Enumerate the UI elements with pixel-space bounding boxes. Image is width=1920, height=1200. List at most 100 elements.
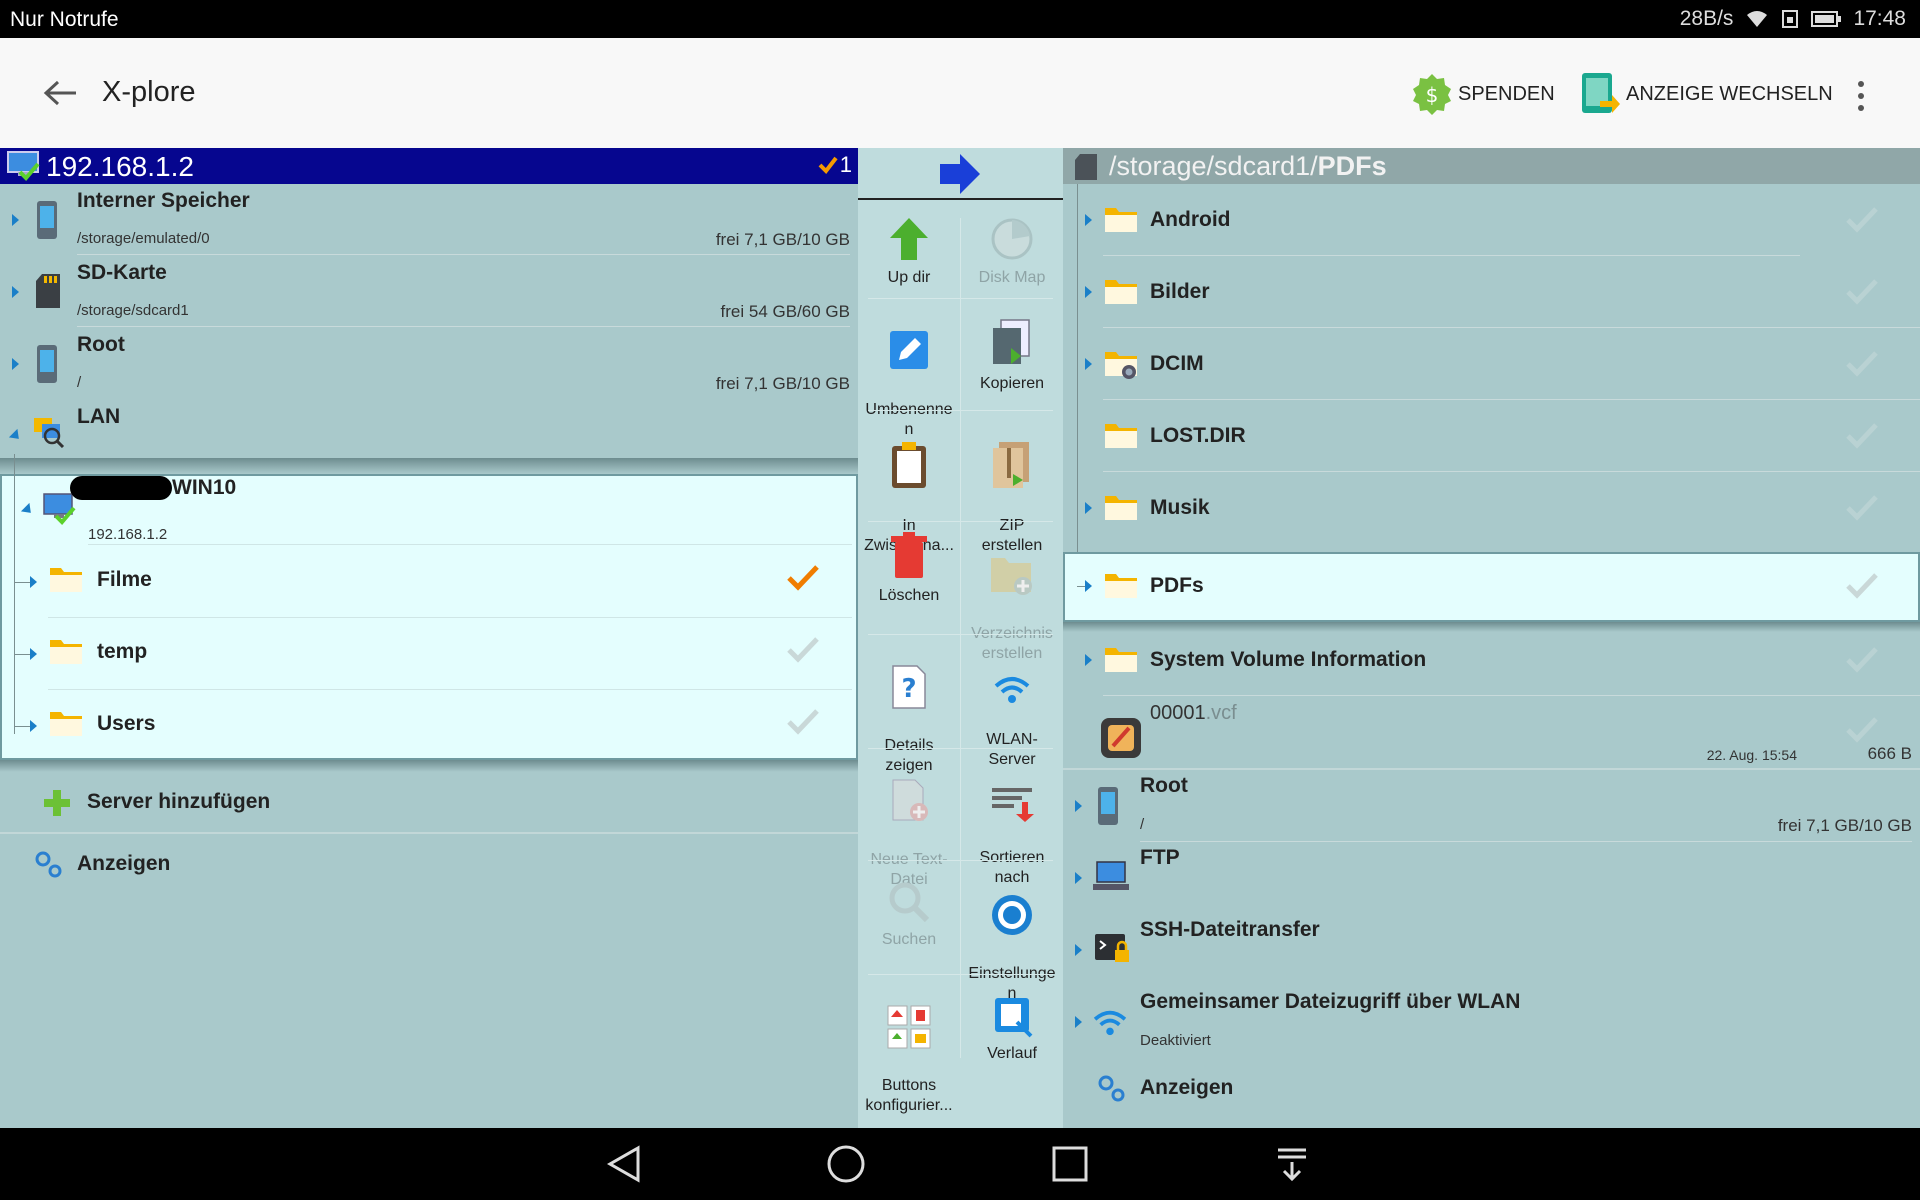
folder-item-pdfs-current[interactable]: PDFs bbox=[1063, 552, 1920, 622]
wifi-server-button[interactable]: WLAN- Server bbox=[961, 654, 1063, 770]
wifi-share-item[interactable]: Gemeinsamer Dateizugriff über WLAN Deakt… bbox=[1063, 986, 1920, 1058]
nav-notifications-icon[interactable] bbox=[1272, 1144, 1312, 1184]
storage-item-internal[interactable]: Interner Speicher /storage/emulated/0 fr… bbox=[0, 184, 858, 256]
add-server-button[interactable]: Server hinzufügen bbox=[0, 772, 858, 832]
carrier-text: Nur Notrufe bbox=[10, 8, 119, 31]
configure-buttons-button[interactable]: Buttons konfigurier... bbox=[858, 984, 960, 1116]
folder-name: Users bbox=[97, 712, 156, 735]
selected-check-icon[interactable] bbox=[786, 564, 820, 592]
up-dir-button[interactable]: Up dir bbox=[858, 216, 960, 288]
divider bbox=[868, 521, 1053, 522]
unselected-check-icon[interactable] bbox=[786, 636, 820, 664]
show-options-button[interactable]: Anzeigen bbox=[1063, 1060, 1920, 1120]
folder-item-temp[interactable]: temp bbox=[2, 618, 856, 690]
folder-item-system-volume[interactable]: System Volume Information bbox=[1063, 624, 1920, 696]
expand-arrow-icon[interactable] bbox=[1075, 944, 1082, 956]
expand-arrow-icon[interactable] bbox=[1085, 286, 1092, 298]
expand-arrow-icon[interactable] bbox=[1085, 214, 1092, 226]
app-bar: X-plore $ SPENDEN ANZEIGE WECHSELN bbox=[0, 38, 1920, 148]
rename-pencil-icon bbox=[890, 331, 928, 369]
storage-item-root[interactable]: Root / frei 7,1 GB/10 GB bbox=[1063, 770, 1920, 842]
switch-display-button[interactable]: ANZEIGE WECHSELN bbox=[1578, 66, 1833, 122]
folder-item-dcim[interactable]: DCIM bbox=[1063, 328, 1920, 400]
new-text-file-button[interactable]: Neue Text- Datei bbox=[858, 758, 960, 890]
folder-item-musik[interactable]: Musik bbox=[1063, 472, 1920, 544]
folder-item-bilder[interactable]: Bilder bbox=[1063, 256, 1920, 328]
show-label: Anzeigen bbox=[77, 852, 171, 875]
network-computer-icon bbox=[43, 493, 76, 525]
folder-name: PDFs bbox=[1150, 574, 1204, 597]
storage-item-sdcard[interactable]: SD-Karte /storage/sdcard1 frei 54 GB/60 … bbox=[0, 256, 858, 328]
folder-name: temp bbox=[97, 640, 148, 663]
copy-direction-indicator[interactable] bbox=[858, 148, 1063, 200]
folder-item-android[interactable]: Android bbox=[1063, 184, 1920, 256]
expand-arrow-icon[interactable] bbox=[1075, 800, 1082, 812]
back-arrow-icon[interactable] bbox=[40, 76, 80, 110]
right-path-bar[interactable]: /storage/sdcard1/PDFs bbox=[1063, 148, 1920, 184]
expand-arrow-icon[interactable] bbox=[1085, 654, 1092, 666]
unselected-check-icon[interactable] bbox=[1845, 350, 1879, 378]
server-address: 192.168.1.2 bbox=[88, 526, 168, 543]
path-prefix: /storage/sdcard1/ bbox=[1109, 151, 1318, 181]
unselected-check-icon[interactable] bbox=[1845, 206, 1879, 234]
collapse-arrow-icon[interactable] bbox=[20, 502, 36, 518]
new-folder-icon bbox=[991, 558, 1032, 595]
unselected-check-icon[interactable] bbox=[1845, 278, 1879, 306]
camera-folder-icon bbox=[1105, 352, 1137, 379]
unselected-check-icon[interactable] bbox=[1845, 494, 1879, 522]
sort-by-button[interactable]: Sortieren nach bbox=[961, 766, 1063, 888]
folder-item-lost-dir[interactable]: LOST.DIR bbox=[1063, 400, 1920, 472]
unselected-check-icon[interactable] bbox=[786, 708, 820, 736]
left-path-bar[interactable]: 192.168.1.2 1 bbox=[0, 148, 858, 184]
file-item-vcf[interactable]: 00001.vcf 22. Aug. 15:54 666 B bbox=[1063, 696, 1920, 768]
tool-label: Kopieren bbox=[979, 375, 1045, 392]
history-button[interactable]: Verlauf bbox=[961, 996, 1063, 1064]
disk-map-icon bbox=[991, 218, 1033, 260]
unselected-check-icon[interactable] bbox=[1845, 716, 1879, 744]
shadow bbox=[0, 458, 858, 474]
tool-label: Löschen bbox=[878, 587, 940, 604]
shadow bbox=[0, 760, 858, 772]
wifi-icon bbox=[1747, 11, 1768, 27]
disk-map-button[interactable]: Disk Map bbox=[961, 216, 1063, 288]
unselected-check-icon[interactable] bbox=[1845, 646, 1879, 674]
search-button[interactable]: Suchen bbox=[858, 880, 960, 950]
donate-button[interactable]: $ SPENDEN bbox=[1410, 66, 1555, 122]
expand-arrow-icon[interactable] bbox=[12, 286, 19, 298]
expand-arrow-icon[interactable] bbox=[1085, 358, 1092, 370]
copy-button[interactable]: Kopieren bbox=[961, 318, 1063, 394]
nav-back-icon[interactable] bbox=[604, 1144, 644, 1184]
storage-free: frei 7,1 GB/10 GB bbox=[715, 374, 850, 393]
svg-text:$: $ bbox=[1426, 83, 1439, 107]
unselected-check-icon[interactable] bbox=[1845, 422, 1879, 450]
nav-recents-icon[interactable] bbox=[1050, 1144, 1090, 1184]
server-item[interactable]: WIN10 192.168.1.2 bbox=[2, 476, 856, 546]
folder-icon bbox=[1105, 280, 1137, 304]
expand-arrow-icon[interactable] bbox=[1075, 872, 1082, 884]
nav-home-icon[interactable] bbox=[826, 1144, 866, 1184]
show-options-button[interactable]: Anzeigen bbox=[0, 834, 858, 894]
unselected-check-icon[interactable] bbox=[1845, 572, 1879, 600]
expand-arrow-icon[interactable] bbox=[1085, 580, 1092, 592]
expand-arrow-icon[interactable] bbox=[30, 576, 37, 588]
left-pane: 192.168.1.2 1 Interner Speicher /storage… bbox=[0, 148, 858, 1128]
expand-arrow-icon[interactable] bbox=[1085, 502, 1092, 514]
right-path-text: /storage/sdcard1/PDFs bbox=[1109, 151, 1387, 182]
expand-arrow-icon[interactable] bbox=[12, 214, 19, 226]
ftp-item[interactable]: FTP bbox=[1063, 842, 1920, 914]
expand-arrow-icon[interactable] bbox=[12, 358, 19, 370]
file-basename: 00001 bbox=[1150, 702, 1206, 724]
delete-button[interactable]: Löschen bbox=[858, 532, 960, 606]
expand-arrow-icon[interactable] bbox=[1075, 1016, 1082, 1028]
expand-arrow-icon[interactable] bbox=[30, 720, 37, 732]
new-folder-button[interactable]: Verzeichnis erstellen bbox=[961, 532, 1063, 664]
folder-item-filme[interactable]: Filme bbox=[2, 546, 856, 618]
ssh-item[interactable]: SSH-Dateitransfer bbox=[1063, 914, 1920, 986]
expand-arrow-icon[interactable] bbox=[30, 648, 37, 660]
folder-item-users[interactable]: Users bbox=[2, 690, 856, 760]
settings-button[interactable]: Einstellunge n bbox=[961, 872, 1063, 1004]
collapse-arrow-icon[interactable] bbox=[8, 428, 24, 444]
overflow-menu-icon[interactable] bbox=[1854, 78, 1868, 111]
show-details-button[interactable]: ? Details zeigen bbox=[858, 644, 960, 776]
storage-item-root[interactable]: Root / frei 7,1 GB/10 GB bbox=[0, 328, 858, 400]
